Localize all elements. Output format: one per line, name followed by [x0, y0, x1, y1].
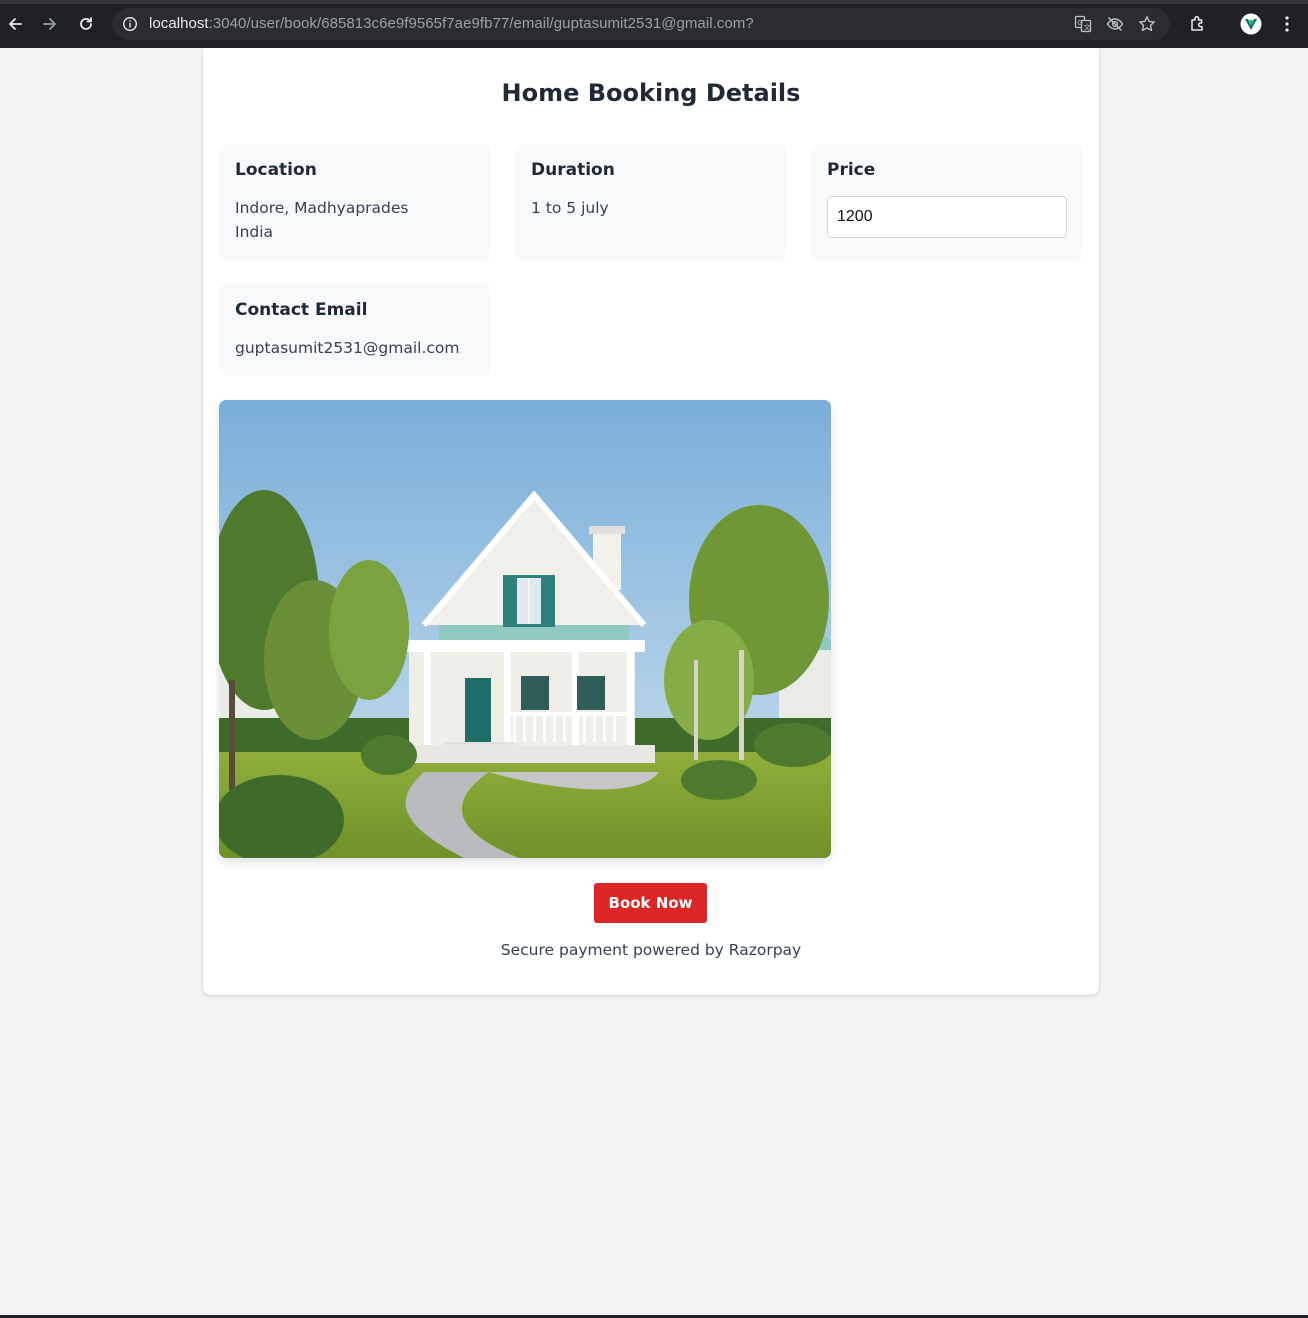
contact-email-label: Contact Email — [235, 300, 368, 320]
url-text[interactable]: localhost:3040/user/book/685813c6e9f9565… — [149, 15, 754, 32]
tracking-protection-button[interactable] — [1105, 14, 1125, 34]
price-label: Price — [827, 160, 876, 180]
duration-value: 1 to 5 july — [531, 199, 609, 217]
secure-payment-note: Secure payment powered by Razorpay — [500, 941, 802, 959]
price-box: Price — [811, 144, 1083, 260]
site-info-icon[interactable] — [122, 16, 138, 32]
url-host: localhost — [149, 15, 209, 32]
bookmark-button[interactable] — [1137, 14, 1157, 34]
url-path: :3040/user/book/685813c6e9f9565f7ae9fb77… — [208, 15, 754, 32]
translate-button[interactable]: G文 — [1073, 14, 1093, 34]
svg-text:G: G — [1077, 19, 1082, 27]
page-title: Home Booking Details — [501, 79, 801, 107]
extensions-button[interactable] — [1186, 12, 1210, 36]
profile-button[interactable] — [1239, 12, 1263, 36]
house-illustration — [219, 400, 831, 858]
location-label: Location — [235, 160, 317, 180]
eye-off-icon — [1106, 16, 1124, 32]
contact-email-box: Contact Email guptasumit2531@gmail.com — [219, 284, 491, 376]
booking-card: Home Booking Details Location Indore, Ma… — [203, 48, 1099, 995]
forward-arrow-icon — [43, 18, 56, 30]
svg-text:文: 文 — [1084, 23, 1091, 32]
extensions-icon — [1191, 15, 1203, 31]
duration-label: Duration — [531, 160, 615, 180]
contact-email-value: guptasumit2531@gmail.com — [235, 339, 460, 357]
duration-box: Duration 1 to 5 july — [515, 144, 787, 260]
address-bar[interactable]: localhost:3040/user/book/685813c6e9f9565… — [112, 8, 1170, 40]
reload-icon — [80, 17, 92, 30]
tab-strip-edge — [0, 0, 1308, 4]
star-icon — [1139, 16, 1155, 32]
more-menu-icon — [1285, 16, 1289, 32]
location-line-1: Indore, Madhyaprades — [235, 199, 409, 217]
back-arrow-icon — [9, 18, 22, 30]
browser-toolbar: localhost:3040/user/book/685813c6e9f9565… — [0, 0, 1308, 48]
book-now-button[interactable]: Book Now — [594, 883, 707, 923]
location-value: Indore, Madhyaprades India — [235, 196, 409, 244]
translate-icon: G文 — [1074, 15, 1092, 33]
reload-button[interactable] — [74, 12, 98, 36]
property-image — [219, 400, 831, 858]
chrome-menu-button[interactable] — [1275, 12, 1299, 36]
location-box: Location Indore, Madhyaprades India — [219, 144, 491, 260]
price-input[interactable] — [827, 196, 1067, 238]
location-line-2: India — [235, 223, 274, 241]
forward-button[interactable] — [38, 12, 62, 36]
back-button[interactable] — [3, 12, 27, 36]
profile-avatar — [1240, 13, 1262, 35]
